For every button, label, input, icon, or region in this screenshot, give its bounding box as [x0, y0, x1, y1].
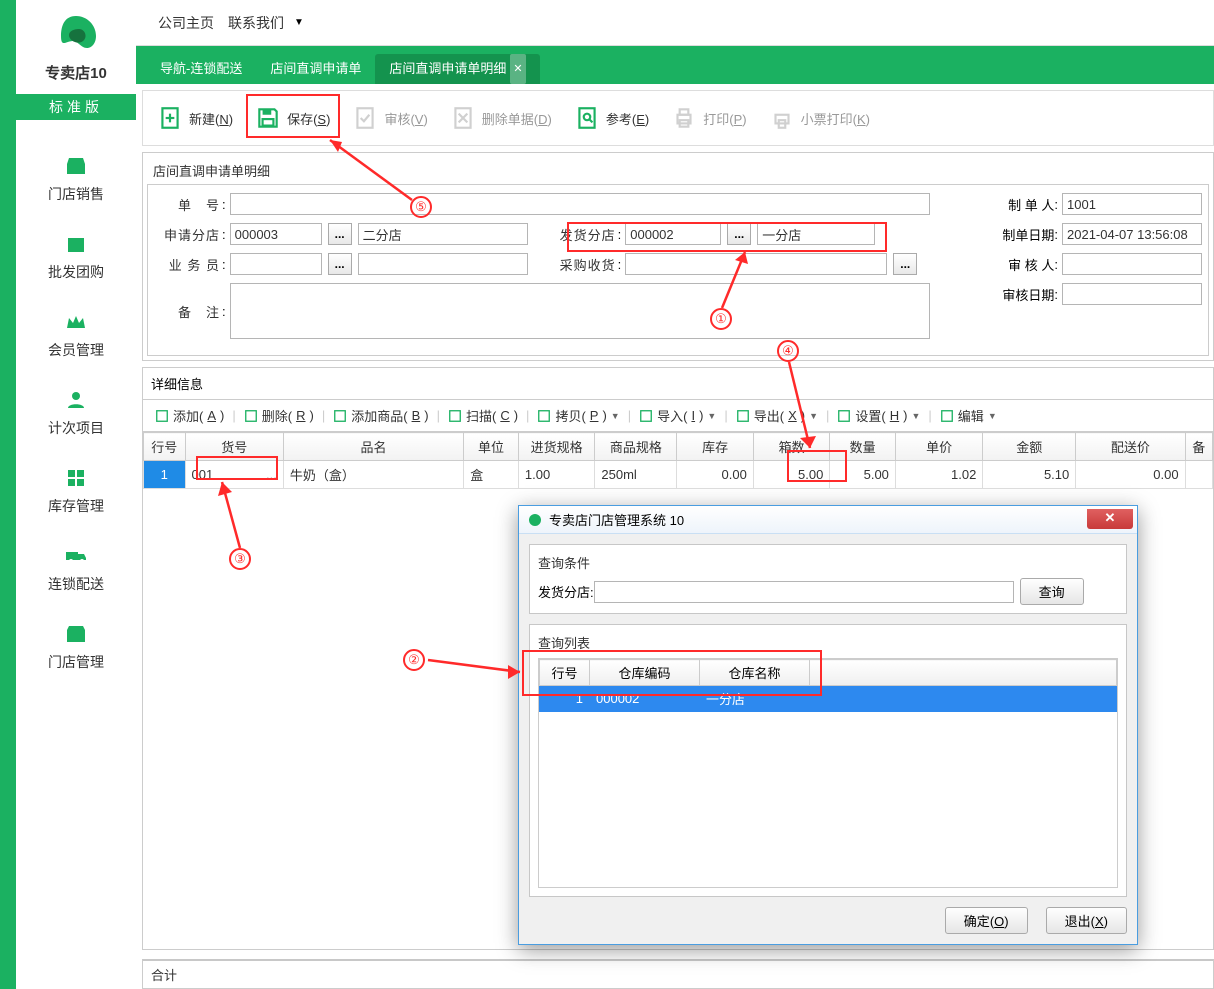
arrow-5-to-save	[0, 0, 1214, 989]
